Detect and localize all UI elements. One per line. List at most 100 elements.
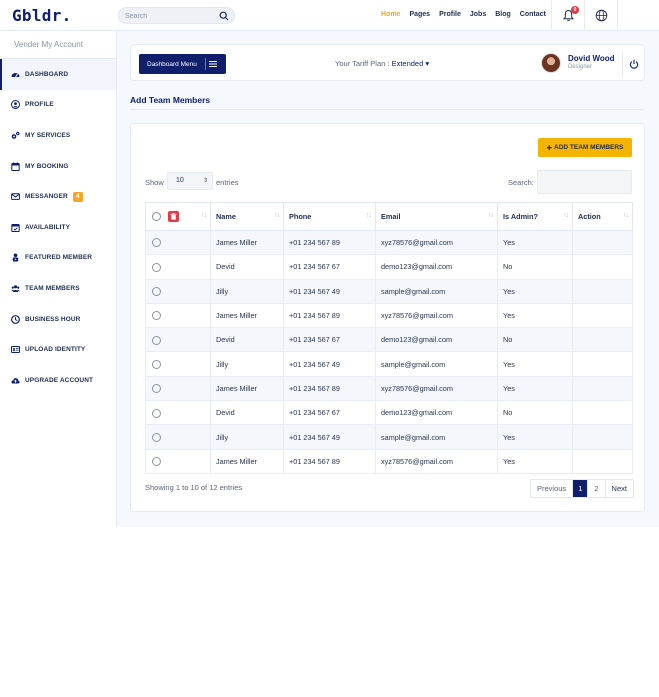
row-select-radio[interactable] <box>152 457 161 467</box>
select-cell[interactable] <box>145 278 211 304</box>
search-box[interactable] <box>118 7 235 24</box>
action-cell[interactable] <box>572 448 633 474</box>
select-cell[interactable] <box>145 302 211 329</box>
email-column-header[interactable]: Email ↑↓ <box>375 202 498 231</box>
action-cell[interactable] <box>572 278 633 304</box>
table-row[interactable]: Jilly +01 234 567 49 sample@gmail.com Yes <box>145 424 633 450</box>
sidebar-item-messanger[interactable]: MESSANGER 4 <box>0 181 116 212</box>
power-icon[interactable] <box>629 59 639 69</box>
select-cell[interactable] <box>145 327 211 353</box>
pagination-previous[interactable]: Previous <box>531 480 574 497</box>
table-row[interactable]: James Miller +01 234 567 89 xyz78576@gmail… <box>145 448 633 474</box>
table-row[interactable]: Jilly +01 234 567 49 sample@gmail.com Yes <box>145 278 633 304</box>
action-cell[interactable] <box>572 254 633 280</box>
action-cell[interactable] <box>572 327 633 353</box>
phone-column-header[interactable]: Phone ↑↓ <box>283 202 376 231</box>
select-cell[interactable] <box>145 424 211 450</box>
table-row[interactable]: James Miller +01 234 567 89 xyz78576@gmail… <box>145 302 633 329</box>
action-column-header[interactable]: Action ↑↓ <box>572 202 633 231</box>
nav-home[interactable]: Home <box>381 11 400 18</box>
sidebar-item-business-hour[interactable]: BUSINESS HOUR <box>0 304 116 335</box>
pagination-page-1[interactable]: 1 <box>573 480 589 497</box>
name-column-header[interactable]: Name ↑↓ <box>210 202 284 231</box>
table-body: James Miller +01 234 567 89 xyz78576@gmail… <box>145 229 633 474</box>
table-row[interactable]: James Miller +01 234 567 89 xyz78576@gmail… <box>145 375 633 402</box>
action-cell[interactable] <box>572 351 633 377</box>
nav-pages[interactable]: Pages <box>409 11 430 18</box>
table-row[interactable]: Devid +01 234 567 67 demo123@gmail.com No <box>145 254 633 280</box>
table-search-input[interactable] <box>537 170 632 194</box>
add-team-members-button[interactable]: ✚ ADD TEAM MEMBERS <box>538 138 632 157</box>
is-admin-cell: Yes <box>497 375 573 402</box>
sidebar-item-profile[interactable]: PROFILE <box>0 90 116 121</box>
avatar[interactable] <box>541 53 561 73</box>
sidebar-item-availability[interactable]: AVAILABILITY <box>0 212 116 243</box>
select-cell[interactable] <box>145 351 211 377</box>
sidebar-item-label: FEATURED MEMBER <box>25 254 93 262</box>
row-select-radio[interactable] <box>152 238 161 248</box>
entries-select[interactable]: 10 ⇕ <box>167 172 213 190</box>
sidebar-item-label: MY SERVICES <box>25 131 71 139</box>
action-cell[interactable] <box>572 229 633 256</box>
column-label: Email <box>381 212 401 221</box>
sidebar-item-label: DASHBOARD <box>25 70 69 78</box>
trash-icon[interactable] <box>168 211 180 222</box>
pagination-page-2[interactable]: 2 <box>588 480 606 497</box>
select-cell[interactable] <box>145 448 211 474</box>
messanger-badge: 4 <box>72 191 83 202</box>
table-row[interactable]: Jilly +01 234 567 49 sample@gmail.com Yes <box>145 351 633 377</box>
sort-icon[interactable]: ↑↓ <box>201 212 207 219</box>
search-icon[interactable] <box>219 11 229 21</box>
select-cell[interactable] <box>145 375 211 402</box>
row-select-radio[interactable] <box>152 311 161 321</box>
action-cell[interactable] <box>572 424 633 450</box>
plus-icon: ✚ <box>546 144 553 152</box>
column-label: Phone <box>289 212 312 221</box>
select-column-header[interactable]: ↑↓ <box>145 202 211 231</box>
action-cell[interactable] <box>572 375 633 402</box>
sidebar-item-my-booking[interactable]: MY BOOKING <box>0 151 116 182</box>
select-cell[interactable] <box>145 229 211 256</box>
sort-icon: ↑↓ <box>274 212 280 219</box>
globe-icon[interactable] <box>595 9 608 22</box>
is-admin-column-header[interactable]: Is Admin? ↑↓ <box>497 202 573 231</box>
tariff-dropdown[interactable]: Extended ▾ <box>392 59 430 68</box>
sidebar-item-dashboard[interactable]: DASHBOARD <box>0 59 116 90</box>
caret-down-icon: ▾ <box>425 59 430 68</box>
sidebar-item-team-members[interactable]: TEAM MEMBERS <box>0 273 116 304</box>
action-cell[interactable] <box>572 302 633 329</box>
select-cell[interactable] <box>145 400 211 426</box>
row-select-radio[interactable] <box>152 335 161 345</box>
sidebar-item-upload-identity[interactable]: UPLOAD IDENTITY <box>0 334 116 365</box>
dashboard-menu-button[interactable]: Dashboard Menu <box>139 54 226 74</box>
divider <box>584 0 585 31</box>
row-select-radio[interactable] <box>152 287 161 297</box>
nav-profile[interactable]: Profile <box>439 11 461 18</box>
row-select-radio[interactable] <box>152 408 161 418</box>
nav-jobs[interactable]: Jobs <box>470 11 486 18</box>
row-select-radio[interactable] <box>152 432 161 442</box>
is-admin-cell: Yes <box>497 302 573 329</box>
nav-blog[interactable]: Blog <box>495 11 511 18</box>
email-cell: demo123@gmail.com <box>375 400 498 426</box>
sort-updown-icon: ⇕ <box>202 178 208 184</box>
action-cell[interactable] <box>572 400 633 426</box>
nav-contact[interactable]: Contact <box>520 11 546 18</box>
table-row[interactable]: James Miller +01 234 567 89 xyz78576@gmail… <box>145 229 633 256</box>
table-row[interactable]: Devid +01 234 567 67 demo123@gmail.com No <box>145 400 633 426</box>
select-cell[interactable] <box>145 254 211 280</box>
dashboard-bar: Dashboard Menu Your Tariff Plan : Extend… <box>130 44 645 81</box>
phone-cell: +01 234 567 67 <box>283 254 376 280</box>
user-name[interactable]: Dovid Wood <box>568 54 615 63</box>
row-select-radio[interactable] <box>152 262 161 272</box>
logo[interactable]: Gbldr. <box>12 6 72 25</box>
sidebar-item-featured-member[interactable]: FEATURED MEMBER <box>0 243 116 274</box>
table-row[interactable]: Devid +01 234 567 67 demo123@gmail.com No <box>145 327 633 353</box>
row-select-radio[interactable] <box>152 359 161 369</box>
sidebar-item-my-services[interactable]: MY SERVICES <box>0 120 116 151</box>
pagination-next[interactable]: Next <box>606 480 633 497</box>
sidebar-item-upgrade-account[interactable]: UPGRADE ACCOUNT <box>0 365 116 396</box>
search-input[interactable] <box>125 10 217 22</box>
select-all-radio[interactable] <box>152 212 161 221</box>
row-select-radio[interactable] <box>152 384 161 394</box>
